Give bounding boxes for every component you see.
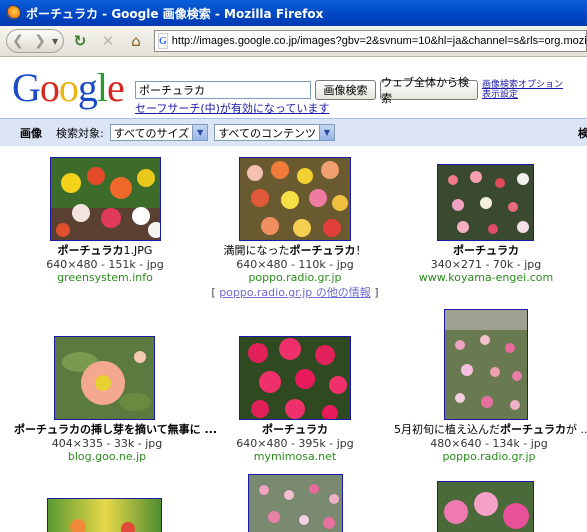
result-site: poppo.radio.gr.jp <box>442 450 536 463</box>
result-title[interactable]: 満開になったポーチュラカ！ <box>205 242 385 258</box>
result-meta: 640×480 - 151k - jpg <box>46 258 164 271</box>
window-title: ポーチュラカ - Google 画像検索 - Mozilla Firefox <box>26 6 324 21</box>
title-bold: ポーチュラカ <box>14 423 80 436</box>
flower-image <box>438 165 533 240</box>
result-thumbnail[interactable] <box>54 336 155 420</box>
flower-image <box>438 482 533 532</box>
chevron-down-icon[interactable]: ▼ <box>192 125 208 140</box>
result-site: blog.goo.ne.jp <box>67 450 147 463</box>
title-bold: ポーチュラカ <box>289 244 356 257</box>
result-thumbnail[interactable] <box>437 164 534 241</box>
firefox-icon <box>5 5 21 21</box>
title-rest: の挿し芽を摘いて無事に ... <box>80 423 218 436</box>
google-logo[interactable]: Google <box>12 65 125 110</box>
title-bold: ポーチュラカ <box>453 244 519 257</box>
image-search-options-link[interactable]: 画像検索オプション <box>482 80 563 90</box>
home-icon[interactable]: ⌂ <box>124 29 148 53</box>
result-caption: ポーチュラカ 340×271 - 70k - jpg www.koyama-en… <box>396 242 576 284</box>
result-title[interactable]: ポーチュラカ1.JPG <box>15 242 195 258</box>
section-label: 画像 <box>20 126 42 140</box>
flower-image <box>445 310 527 419</box>
chevron-down-icon[interactable]: ▼ <box>318 125 334 140</box>
safesearch-notice-link[interactable]: セーフサーチ(中)が有効になっています <box>135 100 329 116</box>
logo-letter: g <box>77 65 98 110</box>
result-title[interactable]: 5月初旬に植え込んだポーチュラカが ... <box>394 421 587 437</box>
result-thumbnail[interactable] <box>50 157 161 241</box>
size-select-value: すべてのサイズ <box>113 126 190 140</box>
result-title[interactable]: ポーチュラカ <box>396 242 576 258</box>
flower-image <box>51 158 160 240</box>
result-site: mymimosa.net <box>253 450 337 463</box>
result-caption: 満開になったポーチュラカ！ 640×480 - 110k - jpg poppo… <box>205 242 385 300</box>
result-meta: 640×480 - 110k - jpg <box>236 258 354 271</box>
logo-letter: o <box>39 65 60 110</box>
result-meta: 480×640 - 134k - jpg <box>430 437 548 450</box>
flower-image <box>48 499 161 532</box>
title-rest: 1.JPG <box>123 244 153 257</box>
result-title[interactable]: ポーチュラカ <box>205 421 385 437</box>
result-meta: 404×335 - 33k - jpg <box>51 437 163 450</box>
title-pre: 満開になった <box>223 244 290 257</box>
flower-image <box>55 337 154 419</box>
title-bold: ポーチュラカ <box>57 244 124 257</box>
title-rest: が ... <box>566 423 587 436</box>
window-titlebar: ポーチュラカ - Google 画像検索 - Mozilla Firefox <box>0 0 587 26</box>
history-dropdown-icon[interactable]: ▼ <box>52 37 58 46</box>
site-favicon-icon: G <box>158 33 168 49</box>
search-options-links: 画像検索オプション 表示設定 <box>482 80 563 100</box>
result-caption: ポーチュラカの挿し芽を摘いて無事に ... 404×335 - 33k - jp… <box>14 421 217 463</box>
result-thumbnail[interactable] <box>47 498 162 532</box>
logo-letter: l <box>96 65 108 110</box>
result-thumbnail[interactable] <box>444 309 528 420</box>
navigation-toolbar: ❮ ❯ ▼ ↻ ✕ ⌂ G http://images.google.co.jp… <box>0 26 587 57</box>
url-text[interactable]: http://images.google.co.jp/images?gbv=2&… <box>172 35 586 47</box>
result-caption: 5月初旬に植え込んだポーチュラカが ... 480×640 - 134k - j… <box>394 421 587 463</box>
search-input[interactable] <box>135 81 311 99</box>
address-bar[interactable]: G http://images.google.co.jp/images?gbv=… <box>154 30 587 52</box>
stop-icon[interactable]: ✕ <box>96 29 120 53</box>
image-search-button[interactable]: 画像検索 <box>315 80 376 100</box>
logo-letter: e <box>107 65 125 110</box>
content-select[interactable]: すべてのコンテンツ ▼ <box>214 124 335 141</box>
flower-image <box>240 158 350 240</box>
back-forward-group: ❮ ❯ ▼ <box>6 29 64 53</box>
results-count-text: 検 <box>578 126 587 140</box>
reload-icon[interactable]: ↻ <box>68 29 92 53</box>
flower-image <box>249 475 342 532</box>
result-meta: 640×480 - 395k - jpg <box>236 437 354 450</box>
flower-image <box>240 337 350 419</box>
result-meta: 340×271 - 70k - jpg <box>430 258 542 271</box>
result-site: greensystem.info <box>57 271 153 284</box>
more-from-site-link[interactable]: poppo.radio.gr.jp の他の情報 <box>219 286 371 299</box>
result-site: www.koyama-engei.com <box>418 271 554 284</box>
title-pre: 5月初旬に植え込んだ <box>394 423 500 436</box>
forward-icon[interactable]: ❯ <box>29 30 51 52</box>
result-thumbnail[interactable] <box>437 481 534 532</box>
title-rest: ！ <box>355 244 367 257</box>
result-title[interactable]: ポーチュラカの挿し芽を摘いて無事に ... <box>14 421 217 437</box>
logo-letter: G <box>12 65 41 110</box>
result-thumbnail[interactable] <box>239 336 351 420</box>
result-caption: ポーチュラカ 640×480 - 395k - jpg mymimosa.net <box>205 421 385 463</box>
web-search-button[interactable]: ウェブ全体から検索 <box>380 76 478 105</box>
result-thumbnail[interactable] <box>248 474 343 532</box>
more-from-site: [ poppo.radio.gr.jp の他の情報 ] <box>211 286 379 299</box>
result-caption: ポーチュラカ1.JPG 640×480 - 151k - jpg greensy… <box>15 242 195 284</box>
content-select-value: すべてのコンテンツ <box>218 126 316 140</box>
title-bold: ポーチュラカ <box>500 423 566 436</box>
result-site: poppo.radio.gr.jp <box>248 271 342 284</box>
logo-letter: o <box>58 65 79 110</box>
results-filter-bar: 画像 検索対象: すべてのサイズ ▼ すべてのコンテンツ ▼ 検 <box>0 118 587 146</box>
result-thumbnail[interactable] <box>239 157 351 241</box>
search-target-label: 検索対象: <box>56 126 104 140</box>
back-icon[interactable]: ❮ <box>7 30 29 52</box>
display-settings-link[interactable]: 表示設定 <box>482 90 563 100</box>
title-bold: ポーチュラカ <box>262 423 328 436</box>
size-select[interactable]: すべてのサイズ ▼ <box>109 124 209 141</box>
